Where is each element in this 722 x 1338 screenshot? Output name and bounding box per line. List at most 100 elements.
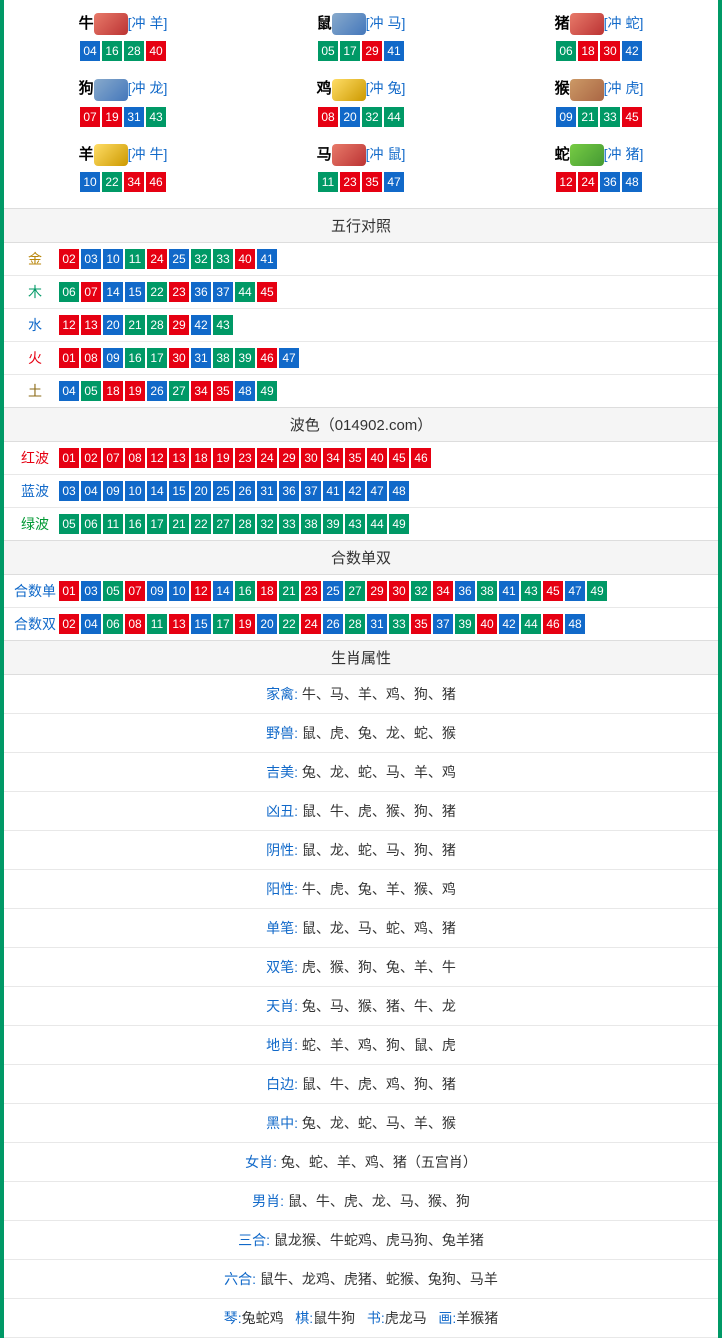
number-ball: 29	[169, 315, 189, 335]
number-ball: 06	[103, 614, 123, 634]
zodiac-clash: [冲 蛇]	[604, 15, 644, 31]
zodiac-icon	[332, 13, 366, 35]
attr-row: 阳性: 牛、虎、兔、羊、猴、鸡	[4, 870, 718, 909]
number-ball: 11	[318, 172, 338, 192]
number-ball: 49	[587, 581, 607, 601]
number-ball: 04	[59, 381, 79, 401]
number-ball: 20	[103, 315, 123, 335]
attr-row: 六合: 鼠牛、龙鸡、虎猪、蛇猴、兔狗、马羊	[4, 1260, 718, 1299]
row-numbers: 02031011242532334041	[58, 249, 710, 269]
number-ball: 01	[59, 448, 79, 468]
number-ball: 39	[455, 614, 475, 634]
number-ball: 46	[146, 172, 166, 192]
zodiac-name: 狗	[79, 80, 94, 97]
attr-key: 三合:	[238, 1232, 270, 1248]
number-ball: 08	[81, 348, 101, 368]
attr-key: 吉美:	[266, 764, 298, 780]
attr-row: 阴性: 鼠、龙、蛇、马、狗、猪	[4, 831, 718, 870]
zodiac-balls: 08203244	[242, 107, 480, 127]
zodiac-balls: 12243648	[480, 172, 718, 192]
attr-row: 吉美: 兔、龙、蛇、马、羊、鸡	[4, 753, 718, 792]
number-ball: 46	[543, 614, 563, 634]
zodiac-name: 鼠	[317, 15, 332, 32]
number-ball: 36	[279, 481, 299, 501]
number-ball: 12	[59, 315, 79, 335]
number-ball: 21	[279, 581, 299, 601]
number-ball: 46	[257, 348, 277, 368]
row-numbers: 06071415222336374445	[58, 282, 710, 302]
row-label: 金	[12, 249, 58, 269]
number-ball: 16	[102, 41, 122, 61]
zodiac-icon	[94, 13, 128, 35]
number-ball: 03	[59, 481, 79, 501]
number-ball: 05	[81, 381, 101, 401]
zodiac-balls: 05172941	[242, 41, 480, 61]
zodiac-clash: [冲 龙]	[128, 80, 168, 96]
zodiac-icon	[332, 79, 366, 101]
number-ball: 41	[323, 481, 343, 501]
number-ball: 18	[578, 41, 598, 61]
number-ball: 38	[301, 514, 321, 534]
footer-key: 画:	[438, 1310, 456, 1326]
number-ball: 22	[102, 172, 122, 192]
number-ball: 14	[103, 282, 123, 302]
number-ball: 17	[340, 41, 360, 61]
attr-row: 女肖: 兔、蛇、羊、鸡、猪（五宫肖）	[4, 1143, 718, 1182]
number-ball: 40	[235, 249, 255, 269]
number-ball: 31	[124, 107, 144, 127]
number-ball: 36	[455, 581, 475, 601]
number-ball: 25	[213, 481, 233, 501]
number-ball: 33	[389, 614, 409, 634]
attr-value: 兔、蛇、羊、鸡、猪（五宫肖）	[277, 1154, 477, 1170]
number-ball: 46	[411, 448, 431, 468]
row-numbers: 0108091617303138394647	[58, 348, 710, 368]
number-ball: 41	[499, 581, 519, 601]
number-ball: 35	[345, 448, 365, 468]
attr-row: 家禽: 牛、马、羊、鸡、狗、猪	[4, 675, 718, 714]
number-ball: 08	[125, 614, 145, 634]
number-ball: 20	[340, 107, 360, 127]
zodiac-name: 蛇	[555, 146, 570, 163]
row-label: 绿波	[12, 514, 58, 534]
number-ball: 20	[257, 614, 277, 634]
zodiac-cell: 蛇[冲 猪]12243648	[480, 137, 718, 202]
number-ball: 23	[301, 581, 321, 601]
data-row: 水1213202128294243	[4, 309, 718, 342]
number-ball: 31	[367, 614, 387, 634]
number-ball: 10	[125, 481, 145, 501]
attr-row: 双笔: 虎、猴、狗、兔、羊、牛	[4, 948, 718, 987]
data-row: 红波0102070812131819232429303435404546	[4, 442, 718, 475]
attr-key: 家禽:	[266, 686, 298, 702]
attr-row: 白边: 鼠、牛、虎、鸡、狗、猪	[4, 1065, 718, 1104]
footer-row: 琴:兔蛇鸡 棋:鼠牛狗 书:虎龙马 画:羊猴猪	[4, 1299, 718, 1338]
row-numbers: 0102070812131819232429303435404546	[58, 448, 710, 468]
attr-value: 鼠、龙、马、蛇、鸡、猪	[298, 920, 456, 936]
number-ball: 42	[191, 315, 211, 335]
number-ball: 21	[578, 107, 598, 127]
attr-value: 鼠、牛、虎、龙、马、猴、狗	[284, 1193, 470, 1209]
number-ball: 02	[59, 614, 79, 634]
number-ball: 20	[191, 481, 211, 501]
data-row: 蓝波03040910141520252631363741424748	[4, 475, 718, 508]
zodiac-clash: [冲 羊]	[128, 15, 168, 31]
number-ball: 23	[235, 448, 255, 468]
data-row: 金02031011242532334041	[4, 243, 718, 276]
number-ball: 02	[81, 448, 101, 468]
footer-value: 兔蛇鸡	[242, 1310, 284, 1326]
number-ball: 18	[103, 381, 123, 401]
number-ball: 32	[411, 581, 431, 601]
number-ball: 42	[345, 481, 365, 501]
number-ball: 29	[279, 448, 299, 468]
number-ball: 30	[301, 448, 321, 468]
number-ball: 16	[125, 348, 145, 368]
number-ball: 42	[499, 614, 519, 634]
number-ball: 41	[257, 249, 277, 269]
data-row: 合数单0103050709101214161821232527293032343…	[4, 575, 718, 608]
number-ball: 12	[556, 172, 576, 192]
number-ball: 26	[323, 614, 343, 634]
attr-value: 兔、龙、蛇、马、羊、猴	[298, 1115, 456, 1131]
number-ball: 10	[103, 249, 123, 269]
number-ball: 41	[384, 41, 404, 61]
attr-key: 野兽:	[266, 725, 298, 741]
zodiac-name: 猴	[555, 80, 570, 97]
